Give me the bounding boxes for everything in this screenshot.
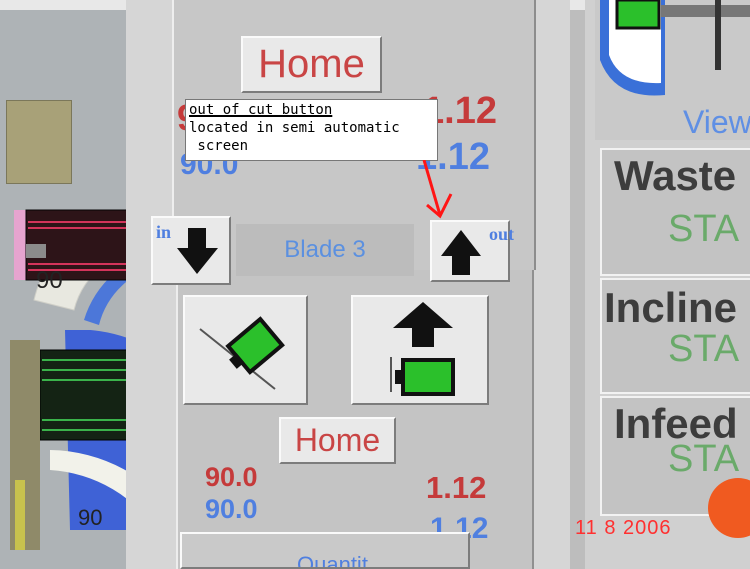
blade-out-button[interactable]: out [430,220,515,282]
annotation-callout: out of cut button located in semi automa… [185,99,438,161]
in-label: in [156,222,172,242]
view-label: View [683,104,750,140]
infeed-status: STA [668,438,740,480]
blue-angle-value-bottom: 90.0 [205,494,258,524]
home-label-top: Home [258,42,365,86]
home-button-top[interactable]: Home [241,36,382,93]
hmi-screen: 90 90 Home 9 1.12 90.0 1.12 out of cut b… [0,0,750,569]
quantity-label: Quantit [297,552,368,569]
tilted-blade-icon [199,316,285,390]
annotation-line-2: located in semi automatic [189,120,400,136]
red-arrow-icon [422,160,453,219]
incline-title: Incline [604,284,738,331]
waste-title: Waste [614,152,737,199]
incline-status: STA [668,328,740,370]
machine-view-icon [600,0,750,96]
home-label-bottom: Home [294,422,381,458]
blade-tilt-button[interactable] [183,295,308,405]
home-button-bottom[interactable]: Home [279,417,396,464]
red-angle-value-bottom: 90.0 [205,462,258,492]
waste-status: STA [668,208,740,250]
blade-in-button[interactable]: in [151,216,231,285]
red-length-value-bottom: 1.12 [426,470,487,505]
up-arrow-icon [441,230,481,275]
upper-gauge-value: 90 [36,267,63,294]
view-panel: View [595,0,750,140]
blade-raise-button[interactable] [351,295,489,405]
quantity-panel: Quantit [180,532,470,569]
incline-status-card[interactable]: Incline STA [600,278,750,394]
annotation-line-1: out of cut button [189,102,333,118]
out-label: out [489,224,515,244]
left-status-panel [6,100,72,184]
date-stamp: 11 8 2006 [575,517,672,539]
blade-selector-label: Blade 3 [236,224,414,276]
annotation-line-3: screen [189,138,249,154]
down-arrow-icon [177,228,218,274]
lower-gauge-value: 90 [78,505,102,530]
raise-blade-icon [390,302,455,396]
waste-status-card[interactable]: Waste STA [600,148,750,276]
